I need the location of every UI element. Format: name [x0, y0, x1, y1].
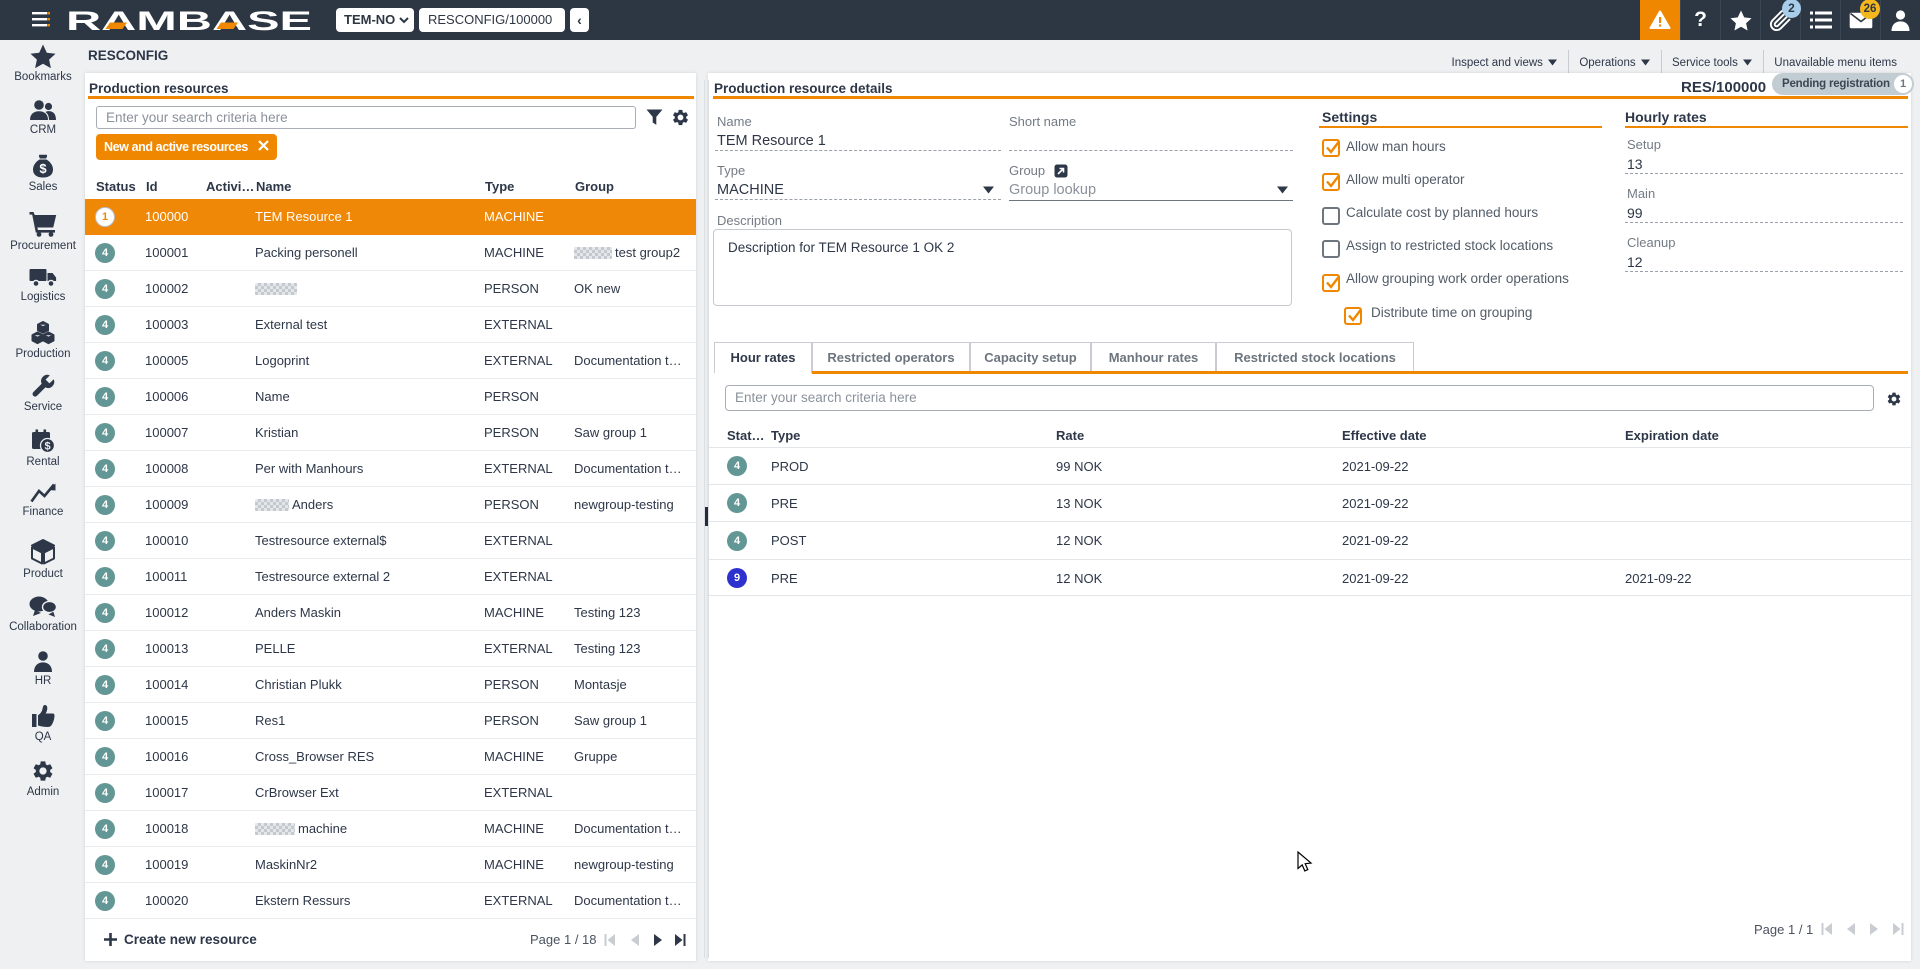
svg-text:RAMBASE: RAMBASE	[66, 7, 312, 35]
svg-text:$: $	[39, 161, 47, 176]
svg-text:$: $	[44, 441, 50, 453]
